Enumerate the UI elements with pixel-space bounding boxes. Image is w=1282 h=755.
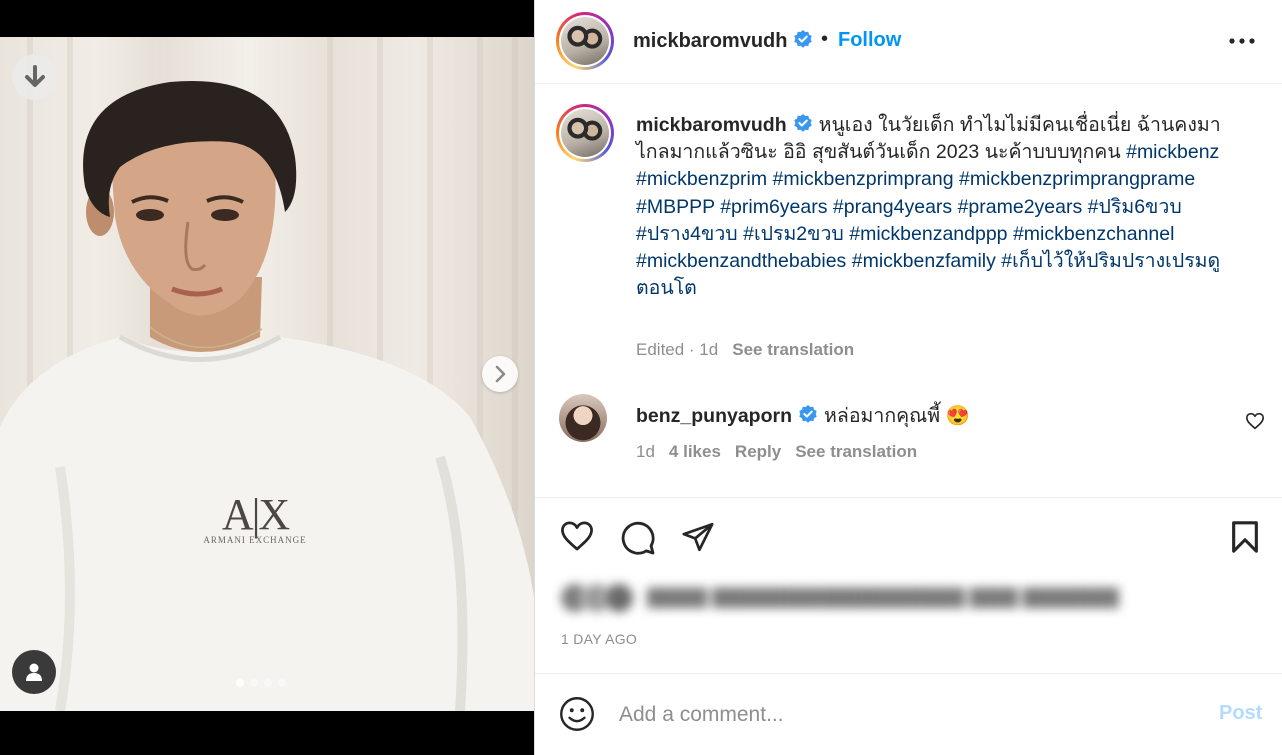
hashtag-link[interactable]: #mickbenzprimprang	[773, 168, 954, 190]
comment-see-translation-button[interactable]: See translation	[795, 442, 917, 461]
hashtag-link[interactable]: #MBPPP	[636, 196, 715, 218]
carousel-dot	[250, 679, 258, 687]
post-header: mickbaromvudh • Follow	[535, 0, 1282, 84]
next-image-button[interactable]	[482, 356, 518, 392]
verified-badge-icon	[794, 30, 813, 48]
hashtag-link[interactable]: #mickbenzfamily	[852, 250, 996, 272]
send-icon[interactable]	[680, 520, 716, 554]
carousel-indicator	[236, 679, 286, 687]
heart-icon[interactable]	[559, 520, 595, 552]
heart-icon[interactable]	[1245, 412, 1265, 430]
hashtag-link[interactable]: #mickbenzprimprangprame	[959, 168, 1195, 190]
emoji-icon[interactable]	[559, 696, 595, 732]
hashtag-link[interactable]: #mickbenzprim	[636, 168, 767, 190]
carousel-dot	[236, 679, 244, 687]
chevron-right-icon	[495, 365, 506, 383]
hashtag-link[interactable]: #prang4years	[833, 196, 952, 218]
comment-item: benz_punyaporn หล่อมากคุณพี้ 😍 1d 4 likes R…	[535, 390, 1282, 480]
commenter-avatar[interactable]	[559, 394, 607, 442]
tagged-users-button[interactable]	[12, 650, 56, 694]
hashtag-link[interactable]: #ปริม6ขวบ	[1088, 196, 1182, 218]
comment-input[interactable]	[619, 700, 1179, 730]
see-translation-button[interactable]: See translation	[732, 340, 854, 359]
hashtag-link[interactable]: #mickbenzandppp	[849, 223, 1007, 245]
verified-badge-icon	[799, 405, 817, 423]
photo-illustration	[0, 37, 534, 711]
more-horizontal-icon[interactable]	[1229, 38, 1255, 44]
post-photo[interactable]: A|X ARMANI EXCHANGE	[0, 37, 534, 711]
hashtag-link[interactable]: #prim6years	[720, 196, 827, 218]
shirt-subtext: ARMANI EXCHANGE	[203, 535, 307, 545]
carousel-dot	[278, 679, 286, 687]
arrow-down-icon	[25, 65, 45, 87]
shirt-logo: A|X	[221, 490, 290, 539]
hashtag-link[interactable]: #mickbenz	[1126, 141, 1219, 163]
header-separator: •	[821, 28, 829, 50]
reply-button[interactable]: Reply	[735, 442, 781, 461]
hashtag-link[interactable]: #prame2years	[958, 196, 1083, 218]
edited-time: Edited · 1d	[636, 340, 719, 359]
bookmark-icon[interactable]	[1230, 520, 1260, 554]
download-button[interactable]	[12, 54, 58, 100]
hashtag-link[interactable]: #ปราง4ขวบ	[636, 223, 738, 245]
comment-text: benz_punyaporn หล่อมากคุณพี้ 😍	[636, 400, 970, 431]
liked-by-summary[interactable]: █████ █████████████████████ ████ ███████…	[559, 582, 1119, 614]
follow-button[interactable]: Follow	[838, 29, 901, 52]
comment-icon[interactable]	[620, 520, 656, 556]
caption-meta: Edited · 1d See translation	[636, 340, 854, 360]
comment-meta: 1d 4 likes Reply See translation	[636, 442, 931, 462]
commenter-username[interactable]: benz_punyaporn	[636, 405, 792, 427]
post-details-panel: mickbaromvudh • Follow mickbaromvudh หนูเ…	[534, 0, 1282, 755]
post-date: 1 DAY AGO	[561, 631, 638, 647]
post-media: A|X ARMANI EXCHANGE	[0, 0, 534, 755]
comment-likes[interactable]: 4 likes	[669, 442, 721, 461]
author-avatar[interactable]	[556, 12, 614, 70]
hashtag-link[interactable]: #เปรม2ขวบ	[743, 223, 844, 245]
comment-time: 1d	[636, 442, 655, 461]
caption-text: mickbaromvudh หนูเอง ในวัยเด็ก ทำไมไม่มีค…	[636, 112, 1246, 302]
verified-badge-icon	[793, 114, 812, 132]
caption-username[interactable]: mickbaromvudh	[636, 114, 787, 136]
user-icon	[26, 663, 42, 681]
add-comment-bar: Post	[535, 673, 1282, 755]
post-comment-button[interactable]: Post	[1219, 702, 1262, 725]
carousel-dot	[264, 679, 272, 687]
hashtag-link[interactable]: #mickbenzchannel	[1013, 223, 1175, 245]
media-bottom-bar	[0, 711, 534, 755]
hashtag-link[interactable]: #mickbenzandthebabies	[636, 250, 846, 272]
caption-author-avatar[interactable]	[556, 104, 614, 162]
author-username[interactable]: mickbaromvudh	[633, 29, 813, 53]
comment-message: หล่อมากคุณพี้ 😍	[824, 405, 970, 427]
caption-hashtags: #mickbenz #mickbenzprim #mickbenzprimpra…	[636, 141, 1220, 299]
